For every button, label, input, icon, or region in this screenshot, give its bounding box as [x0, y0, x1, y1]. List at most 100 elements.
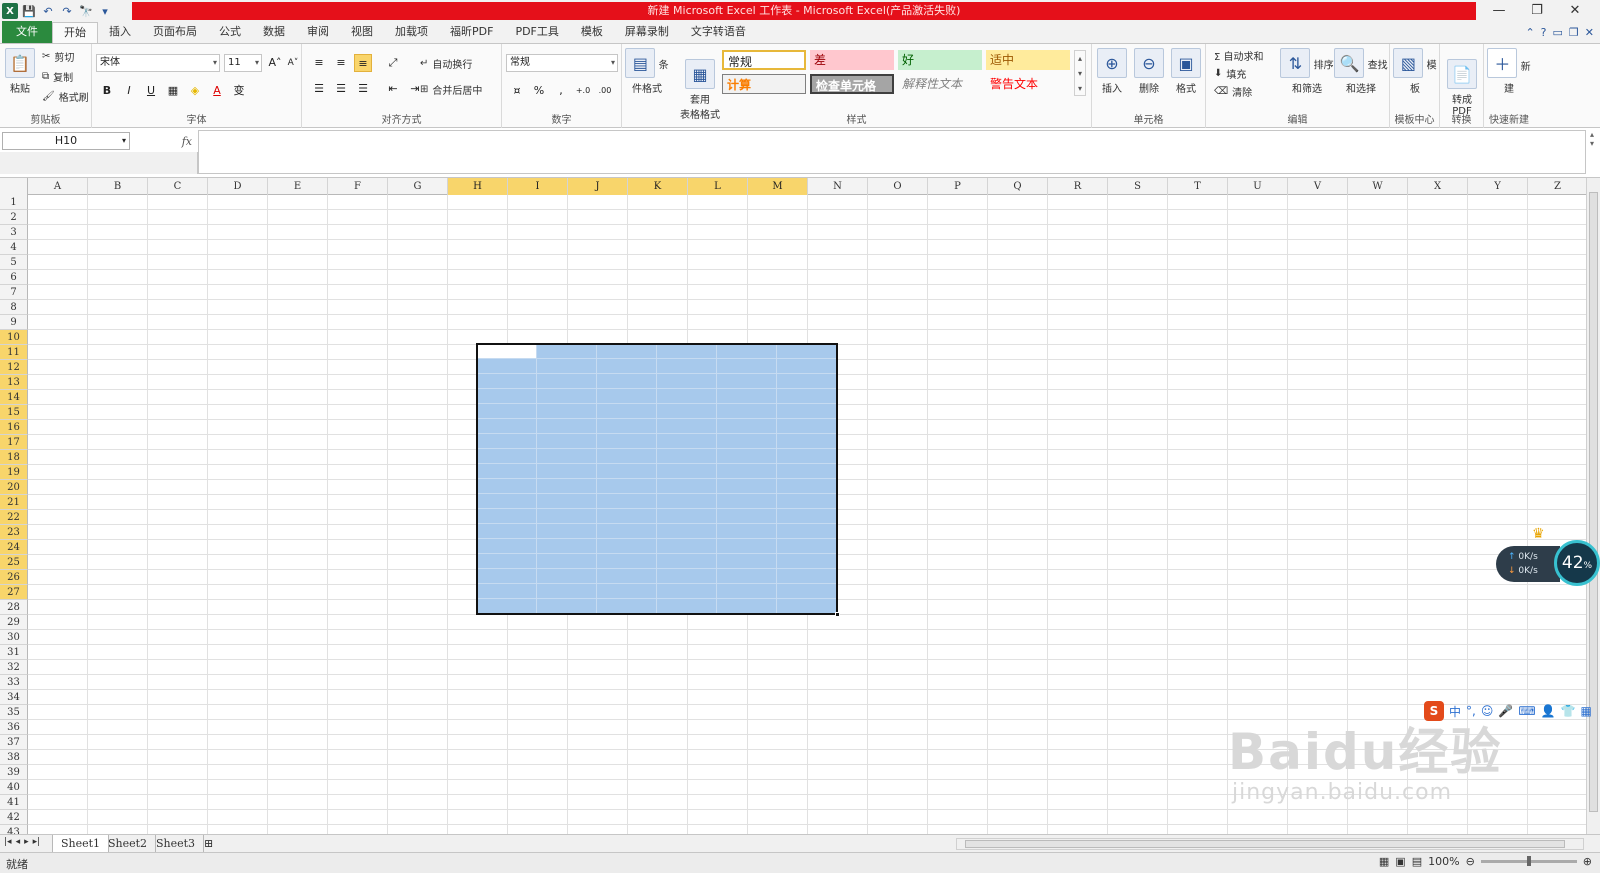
network-speed-widget[interactable]: ↑ 0K/s ↓ 0K/s 42% [1496, 540, 1600, 588]
align-right-icon[interactable]: ☰ [354, 80, 372, 98]
column-header-t[interactable]: T [1168, 178, 1228, 195]
fx-icon[interactable]: fx [182, 135, 192, 148]
row-header-31[interactable]: 31 [0, 645, 28, 660]
row-header-13[interactable]: 13 [0, 375, 28, 390]
prev-sheet-icon[interactable]: ◂ [16, 837, 21, 847]
minimize-button[interactable]: — [1480, 0, 1518, 22]
style-good[interactable]: 好 [898, 50, 982, 70]
row-header-36[interactable]: 36 [0, 720, 28, 735]
row-header-18[interactable]: 18 [0, 450, 28, 465]
row-header-9[interactable]: 9 [0, 315, 28, 330]
row-header-8[interactable]: 8 [0, 300, 28, 315]
zoom-level[interactable]: 100% [1428, 855, 1459, 868]
column-header-a[interactable]: A [28, 178, 88, 195]
column-header-e[interactable]: E [268, 178, 328, 195]
active-cell[interactable] [478, 345, 536, 358]
convert-pdf-button[interactable]: 📄 转成 PDF [1440, 48, 1484, 117]
row-header-37[interactable]: 37 [0, 735, 28, 750]
row-header-33[interactable]: 33 [0, 675, 28, 690]
ime-mode[interactable]: 中 [1449, 703, 1461, 720]
column-header-z[interactable]: Z [1528, 178, 1588, 195]
help-icon[interactable]: ? [1541, 26, 1547, 39]
format-cells-button[interactable]: ▣ 格式 [1168, 48, 1204, 95]
decrease-indent-icon[interactable]: ⇤ [384, 80, 402, 98]
row-header-6[interactable]: 6 [0, 270, 28, 285]
increase-decimal-icon[interactable]: +.0 [574, 82, 592, 100]
zoom-slider[interactable] [1480, 856, 1577, 866]
spelling-icon[interactable]: 🔭 [78, 3, 94, 19]
column-header-k[interactable]: K [628, 178, 688, 195]
selected-range[interactable] [476, 343, 840, 617]
row-header-26[interactable]: 26 [0, 570, 28, 585]
column-header-c[interactable]: C [148, 178, 208, 195]
wrap-text-button[interactable]: ↵ 自动换行 [420, 54, 472, 72]
align-top-icon[interactable]: ≡ [310, 54, 328, 72]
row-header-41[interactable]: 41 [0, 795, 28, 810]
row-header-4[interactable]: 4 [0, 240, 28, 255]
format-painter-button[interactable]: 🖌 格式刷 [42, 87, 89, 105]
style-warning[interactable]: 警告文本 [986, 74, 1070, 94]
font-color-icon[interactable]: A [208, 82, 226, 100]
column-header-s[interactable]: S [1108, 178, 1168, 195]
tab-page-layout[interactable]: 页面布局 [142, 22, 208, 43]
row-header-20[interactable]: 20 [0, 480, 28, 495]
tab-template[interactable]: 模板 [570, 22, 614, 43]
next-sheet-icon[interactable]: ▸ [24, 837, 29, 847]
styles-gallery-scroll[interactable]: ▴ ▾ ▾ [1074, 50, 1086, 96]
fill-handle[interactable] [835, 612, 840, 617]
orientation-icon[interactable]: ⤢ [384, 54, 402, 72]
close-button[interactable]: ✕ [1556, 0, 1594, 22]
excel-logo-icon[interactable]: X [2, 3, 18, 19]
row-header-32[interactable]: 32 [0, 660, 28, 675]
insert-cells-button[interactable]: ⊕ 插入 [1094, 48, 1130, 95]
shrink-font-button[interactable]: A˅ [284, 54, 302, 72]
row-header-14[interactable]: 14 [0, 390, 28, 405]
align-center-icon[interactable]: ☰ [332, 80, 350, 98]
column-header-w[interactable]: W [1348, 178, 1408, 195]
column-header-d[interactable]: D [208, 178, 268, 195]
column-header-n[interactable]: N [808, 178, 868, 195]
column-header-h[interactable]: H [448, 178, 508, 195]
row-header-40[interactable]: 40 [0, 780, 28, 795]
row-header-34[interactable]: 34 [0, 690, 28, 705]
sort-filter-button[interactable]: ⇅ 排序和筛选 [1280, 48, 1334, 95]
column-header-p[interactable]: P [928, 178, 988, 195]
cut-button[interactable]: ✂ 剪切 [42, 47, 74, 65]
grow-font-button[interactable]: A˄ [266, 54, 284, 72]
merge-center-button[interactable]: ⊞ 合并后居中 [420, 80, 482, 98]
copy-button[interactable]: ⧉ 复制 [42, 67, 73, 85]
row-header-2[interactable]: 2 [0, 210, 28, 225]
row-header-27[interactable]: 27 [0, 585, 28, 600]
row-header-12[interactable]: 12 [0, 360, 28, 375]
user-icon[interactable]: 👤 [1541, 704, 1556, 718]
clear-button[interactable]: ⌫ 清除 [1214, 82, 1252, 100]
last-sheet-icon[interactable]: ▸| [33, 837, 41, 847]
column-header-f[interactable]: F [328, 178, 388, 195]
row-header-16[interactable]: 16 [0, 420, 28, 435]
column-header-r[interactable]: R [1048, 178, 1108, 195]
workbook-close-icon[interactable]: ✕ [1585, 26, 1594, 39]
tab-formulas[interactable]: 公式 [208, 22, 252, 43]
borders-icon[interactable]: ▦ [164, 82, 182, 100]
autosum-button[interactable]: Σ 自动求和 [1214, 46, 1264, 64]
row-header-10[interactable]: 10 [0, 330, 28, 345]
row-header-3[interactable]: 3 [0, 225, 28, 240]
tab-data[interactable]: 数据 [252, 22, 296, 43]
quick-new-button[interactable]: ＋ 新建 [1487, 48, 1531, 95]
tab-addins[interactable]: 加载项 [384, 22, 439, 43]
style-explanatory[interactable]: 解释性文本 [898, 74, 982, 94]
formula-input[interactable] [198, 130, 1586, 174]
column-header-l[interactable]: L [688, 178, 748, 195]
column-header-y[interactable]: Y [1468, 178, 1528, 195]
row-header-29[interactable]: 29 [0, 615, 28, 630]
column-header-o[interactable]: O [868, 178, 928, 195]
workbook-restore-icon[interactable]: ❐ [1569, 26, 1579, 39]
menu-grid-icon[interactable]: ▦ [1581, 704, 1592, 718]
row-header-24[interactable]: 24 [0, 540, 28, 555]
tab-foxit-pdf[interactable]: 福昕PDF [439, 22, 504, 43]
name-box[interactable]: H10 ▾ [2, 132, 130, 150]
style-neutral[interactable]: 适中 [986, 50, 1070, 70]
row-header-1[interactable]: 1 [0, 195, 28, 210]
row-header-11[interactable]: 11 [0, 345, 28, 360]
tab-screen-record[interactable]: 屏幕录制 [614, 22, 680, 43]
